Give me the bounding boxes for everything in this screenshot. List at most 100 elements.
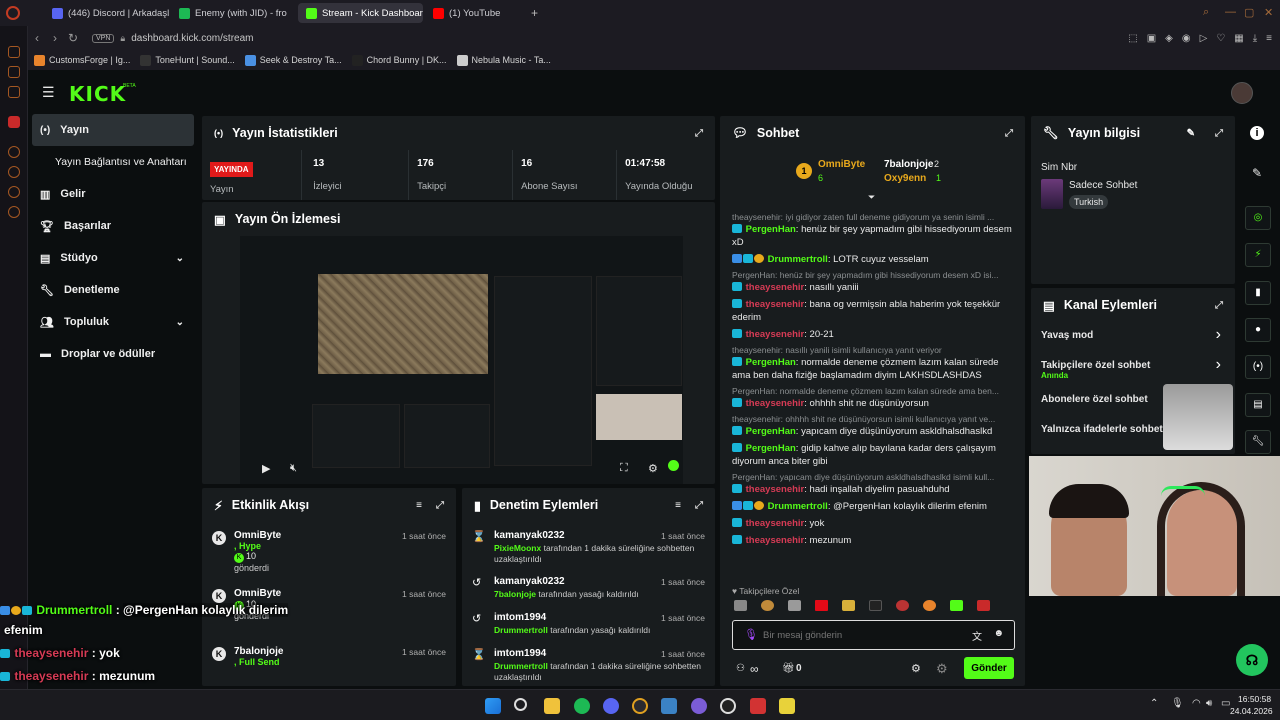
emote-icon[interactable] <box>788 600 801 611</box>
chat-message[interactable]: theaysenehir: ohhhh shit ne düşünüyorsun <box>732 397 1016 410</box>
users-icon[interactable]: ⚇ <box>736 663 745 674</box>
bookmark-icon[interactable]: ⬚ <box>1128 33 1137 44</box>
reply-context[interactable]: PergenHan: yapıcam diye düşünüyorum askl… <box>732 472 1016 482</box>
chat-username[interactable]: PergenHan <box>746 426 796 437</box>
moderation-item[interactable]: ↺ kamanyak0232 1 saat önce 7balonjoje taraf… <box>462 568 715 604</box>
play-icon[interactable]: ▶ <box>262 462 270 475</box>
sidebar-app-icon[interactable] <box>8 116 20 128</box>
reload-icon[interactable]: ↻ <box>64 31 82 45</box>
broadcast-icon[interactable]: (•) <box>1245 355 1271 379</box>
avatar[interactable] <box>1231 82 1253 104</box>
hamburger-menu-icon[interactable]: ☰ <box>42 84 55 101</box>
nav-item-revenue[interactable]: ▥ Gelir <box>28 178 198 210</box>
chat-message[interactable]: theaysenehir: yok <box>732 517 1016 530</box>
chat-input[interactable] <box>763 627 953 643</box>
edit-icon[interactable]: ✎ <box>1252 166 1262 180</box>
layout-icon[interactable]: ▤ <box>1245 393 1271 417</box>
bookmark-item[interactable]: Seek & Destroy Ta... <box>244 54 342 66</box>
app-icon[interactable] <box>750 698 766 714</box>
send-button[interactable]: Gönder <box>964 657 1014 679</box>
search-icon[interactable]: ⌕ <box>1203 6 1209 19</box>
maximize-icon[interactable]: ▢ <box>1244 6 1254 19</box>
popout-icon[interactable]: ⤢ <box>1215 300 1223 311</box>
tray-chevron-icon[interactable]: ⌃ <box>1150 698 1158 709</box>
windows-start-icon[interactable] <box>485 698 501 714</box>
moderation-item[interactable]: ↺ imtom1994 1 saat önce Drummertroll tarafı… <box>462 604 715 640</box>
emote-icon[interactable] <box>923 600 936 611</box>
reply-context[interactable]: theaysenehir: iyi gidiyor zaten full den… <box>732 212 1016 222</box>
file-explorer-icon[interactable] <box>544 698 560 714</box>
opera-icon[interactable] <box>632 698 648 714</box>
chat-username[interactable]: theaysenehir <box>746 535 805 546</box>
chat-message[interactable]: PergenHan: henüz bir şey yapmadım gibi h… <box>732 223 1016 249</box>
box-icon[interactable]: ▦ <box>1234 33 1243 44</box>
clock-time[interactable]: 16:50:58 <box>1238 694 1271 704</box>
record-icon[interactable]: ◎ <box>1245 206 1271 230</box>
moderation-item[interactable]: ⌛ kamanyak0232 1 saat önce PixieMoonx taraf… <box>462 522 715 568</box>
app-icon[interactable] <box>661 698 677 714</box>
download-icon[interactable]: ⤓ <box>1253 33 1257 44</box>
emote-icon[interactable] <box>869 600 882 611</box>
opera-logo-icon[interactable] <box>6 6 20 20</box>
sidebar-app-icon[interactable] <box>8 146 20 158</box>
activity-item[interactable]: K OmniByte 1 saat önce, Hype K 10 gönderdi <box>202 522 456 580</box>
sidebar-app-icon[interactable] <box>8 66 20 78</box>
chat-settings-icon[interactable]: ⚙ <box>936 661 948 677</box>
emote-icon[interactable] <box>761 600 774 611</box>
wrench-icon[interactable]: 🔧︎ <box>1245 430 1271 454</box>
flag-emote-icon[interactable] <box>815 600 828 611</box>
popout-icon[interactable]: ⤢ <box>436 500 444 511</box>
forward-icon[interactable]: › <box>46 31 64 45</box>
popout-icon[interactable]: ⤢ <box>1005 128 1013 139</box>
spotify-icon[interactable] <box>574 698 590 714</box>
app-icon[interactable] <box>691 698 707 714</box>
sidebar-app-icon[interactable] <box>8 166 20 178</box>
nav-item-achievements[interactable]: 🏆︎ Başarılar <box>28 210 198 242</box>
chat-input-box[interactable]: 🎙︎ 文 ☻ <box>732 620 1015 650</box>
url-field[interactable]: dashboard.kick.com/stream <box>131 33 253 44</box>
sidebar-app-icon[interactable] <box>8 186 20 198</box>
chat-username[interactable]: PergenHan <box>746 357 796 368</box>
edit-icon[interactable]: ✎ <box>1187 128 1195 139</box>
chat-username[interactable]: PergenHan <box>746 224 796 235</box>
chat-message[interactable]: theaysenehir: nasıllı yaniii <box>732 281 1016 294</box>
obs-icon[interactable] <box>720 698 736 714</box>
extension-icon[interactable]: ▣ <box>1147 33 1156 44</box>
translate-icon[interactable]: 文 <box>972 628 982 643</box>
browser-tab[interactable]: Stream - Kick Dashboard <box>298 3 423 23</box>
popout-icon[interactable]: ⤢ <box>1215 128 1223 139</box>
popout-icon[interactable]: ⤢ <box>695 128 703 139</box>
volume-icon[interactable]: 🔊︎ <box>1206 698 1212 709</box>
kick-logo[interactable]: KICK <box>69 82 126 106</box>
filter-icon[interactable]: ≡ <box>675 500 681 511</box>
reply-context[interactable]: theaysenehir: nasıllı yanili isimli kull… <box>732 345 1016 355</box>
chat-username[interactable]: theaysenehir <box>746 282 805 293</box>
bookmark-item[interactable]: ToneHunt | Sound... <box>140 54 235 66</box>
activity-item[interactable]: K 7balonjoje 1 saat önce, Full Send <box>202 638 456 686</box>
chat-message[interactable]: Drummertroll: LOTR cuyuz vesselam <box>732 253 1016 266</box>
lightning-icon[interactable]: ⚡︎ <box>1245 243 1271 267</box>
chat-username[interactable]: Drummertroll <box>768 501 828 512</box>
emote-icon[interactable] <box>977 600 990 611</box>
chat-message[interactable]: Drummertroll: @PergenHan kolaylık dileri… <box>732 500 1016 513</box>
browser-tab[interactable]: (446) Discord | Arkadaşlar <box>44 3 169 23</box>
chevron-down-icon[interactable]: ⏷ <box>868 192 875 203</box>
chat-username[interactable]: theaysenehir <box>746 484 805 495</box>
sidebar-app-icon[interactable] <box>8 86 20 98</box>
app-icon[interactable] <box>779 698 795 714</box>
chat-username[interactable]: theaysenehir <box>746 518 805 529</box>
nav-item-stream[interactable]: (•) Yayın <box>32 114 194 146</box>
channel-action-item[interactable]: Takipçilere özel sohbet Anında › <box>1031 352 1235 386</box>
discord-icon[interactable] <box>603 698 619 714</box>
gifter-name[interactable]: OmniByte <box>818 159 865 170</box>
nav-item-community[interactable]: 👥︎ Topluluk ⌄ <box>28 306 198 338</box>
help-button[interactable]: ☊ <box>1236 644 1268 676</box>
settings-icon[interactable]: ⚙ <box>911 662 921 675</box>
camera-icon[interactable]: ◉ <box>1182 33 1191 44</box>
microphone-icon[interactable]: 🎙︎ <box>744 628 758 641</box>
chat-username[interactable]: PergenHan <box>746 443 796 454</box>
new-tab-button[interactable]: + <box>531 6 538 20</box>
menu-icon[interactable]: ≡ <box>1266 33 1272 44</box>
mute-icon[interactable]: 🔇︎ <box>290 462 297 475</box>
clock-date[interactable]: 24.04.2026 <box>1230 706 1273 716</box>
